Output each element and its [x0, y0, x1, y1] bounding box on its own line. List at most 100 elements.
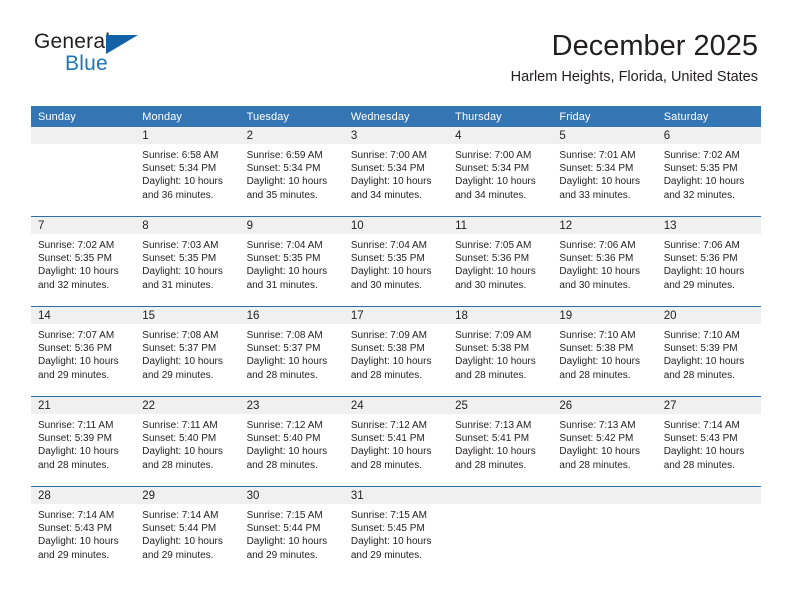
- day-number: [31, 127, 136, 144]
- daylight-text-line2: and 28 minutes.: [663, 459, 735, 471]
- calendar-day-cell[interactable]: 11 Sunrise: 7:05 AM Sunset: 5:36 PM Dayligh…: [448, 216, 553, 307]
- calendar-day-cell[interactable]: 3 Sunrise: 7:00 AM Sunset: 5:34 PM Daylight…: [343, 127, 449, 217]
- calendar-day-cell[interactable]: 27 Sunrise: 7:14 AM Sunset: 5:43 PM Dayligh…: [656, 396, 761, 487]
- daylight-text-line1: Daylight: 10 hours: [350, 266, 432, 278]
- calendar-day-cell[interactable]: 31 Sunrise: 7:15 AM Sunset: 5:45 PM Dayligh…: [343, 486, 449, 576]
- calendar-day-cell[interactable]: 7 Sunrise: 7:02 AM Sunset: 5:35 PM Daylight…: [31, 216, 136, 307]
- sunrise-text: Sunrise: 7:09 AM: [350, 330, 427, 341]
- sunset-text: Sunset: 5:40 PM: [142, 433, 217, 445]
- daylight-text-line1: Daylight: 10 hours: [455, 356, 536, 368]
- logo-text-blue: Blue: [65, 52, 108, 75]
- daylight-text-line1: Daylight: 10 hours: [350, 446, 432, 458]
- calendar-day-cell[interactable]: 25 Sunrise: 7:13 AM Sunset: 5:41 PM Dayligh…: [448, 396, 553, 487]
- daylight-text-line1: Daylight: 10 hours: [350, 536, 432, 548]
- calendar-day-cell[interactable]: 1 Sunrise: 6:58 AM Sunset: 5:34 PM Daylight…: [135, 127, 240, 217]
- sunset-text: Sunset: 5:44 PM: [142, 523, 217, 535]
- calendar-day-cell[interactable]: 10 Sunrise: 7:04 AM Sunset: 5:35 PM Dayligh…: [343, 216, 449, 307]
- day-number: 18: [448, 307, 553, 324]
- calendar-day-cell[interactable]: 5 Sunrise: 7:01 AM Sunset: 5:34 PM Daylight…: [552, 127, 657, 217]
- sunrise-text: Sunrise: 7:11 AM: [142, 420, 218, 431]
- sunrise-text: Sunrise: 7:00 AM: [455, 150, 532, 161]
- general-blue-logo[interactable]: General Blue: [34, 30, 234, 86]
- day-number: 9: [239, 217, 344, 234]
- day-cell-details: Sunrise: 7:01 AM Sunset: 5:34 PM Daylight:…: [552, 144, 656, 202]
- daylight-text-line2: and 28 minutes.: [350, 459, 423, 471]
- title-block: December 2025 Harlem Heights, Florida, U…: [511, 28, 758, 86]
- day-number: 19: [552, 307, 657, 324]
- calendar-day-cell[interactable]: 23 Sunrise: 7:12 AM Sunset: 5:40 PM Dayligh…: [239, 396, 344, 487]
- calendar-day-cell[interactable]: 24 Sunrise: 7:12 AM Sunset: 5:41 PM Dayligh…: [343, 396, 449, 487]
- day-cell-details: Sunrise: 7:12 AM Sunset: 5:41 PM Daylight:…: [344, 414, 448, 472]
- day-cell-details: Sunrise: 7:00 AM Sunset: 5:34 PM Daylight:…: [448, 144, 552, 202]
- calendar-day-cell[interactable]: 4 Sunrise: 7:00 AM Sunset: 5:34 PM Daylight…: [448, 127, 553, 217]
- daylight-text-line2: and 28 minutes.: [142, 459, 214, 471]
- calendar-page: General Blue December 2025 Harlem Height…: [0, 0, 792, 612]
- day-cell-inner: 12 Sunrise: 7:06 AM Sunset: 5:36 PM Dayligh…: [552, 217, 657, 306]
- daylight-text-line2: and 29 minutes.: [663, 279, 735, 291]
- daylight-text-line2: and 28 minutes.: [246, 459, 318, 471]
- day-number: 11: [448, 217, 553, 234]
- day-cell-inner: 7 Sunrise: 7:02 AM Sunset: 5:35 PM Daylight…: [31, 217, 136, 306]
- day-cell-inner: 3 Sunrise: 7:00 AM Sunset: 5:34 PM Daylight…: [343, 127, 449, 216]
- daylight-text-line2: and 29 minutes.: [246, 549, 318, 561]
- day-cell-inner: 20 Sunrise: 7:10 AM Sunset: 5:39 PM Dayligh…: [656, 307, 761, 396]
- daylight-text-line2: and 36 minutes.: [142, 189, 214, 201]
- day-cell-inner: [31, 127, 136, 216]
- daylight-text-line2: and 34 minutes.: [455, 189, 527, 201]
- day-number: 5: [552, 127, 657, 144]
- day-number: [448, 487, 553, 504]
- calendar-day-cell[interactable]: 14 Sunrise: 7:07 AM Sunset: 5:36 PM Dayligh…: [31, 306, 136, 397]
- calendar-day-cell[interactable]: 16 Sunrise: 7:08 AM Sunset: 5:37 PM Dayligh…: [239, 306, 344, 397]
- day-cell-inner: 26 Sunrise: 7:13 AM Sunset: 5:42 PM Dayligh…: [552, 397, 657, 486]
- calendar-day-cell[interactable]: 28 Sunrise: 7:14 AM Sunset: 5:43 PM Dayligh…: [31, 486, 136, 576]
- day-cell-details: Sunrise: 7:06 AM Sunset: 5:36 PM Daylight:…: [552, 234, 656, 292]
- weekday-header-thursday: Thursday: [448, 106, 553, 127]
- calendar-day-cell[interactable]: 13 Sunrise: 7:06 AM Sunset: 5:36 PM Dayligh…: [656, 216, 761, 307]
- sunset-text: Sunset: 5:37 PM: [142, 343, 217, 355]
- calendar-day-cell[interactable]: 17 Sunrise: 7:09 AM Sunset: 5:38 PM Dayligh…: [343, 306, 449, 397]
- day-cell-inner: 11 Sunrise: 7:05 AM Sunset: 5:36 PM Dayligh…: [448, 217, 553, 306]
- sunrise-text: Sunrise: 7:06 AM: [559, 240, 636, 251]
- sunset-text: Sunset: 5:44 PM: [246, 523, 321, 535]
- day-cell-inner: 4 Sunrise: 7:00 AM Sunset: 5:34 PM Daylight…: [448, 127, 553, 216]
- calendar-day-cell[interactable]: 22 Sunrise: 7:11 AM Sunset: 5:40 PM Dayligh…: [135, 396, 240, 487]
- sunrise-text: Sunrise: 7:12 AM: [246, 420, 323, 431]
- day-cell-details: Sunrise: 7:02 AM Sunset: 5:35 PM Daylight:…: [31, 234, 135, 292]
- calendar-day-cell[interactable]: 30 Sunrise: 7:15 AM Sunset: 5:44 PM Dayligh…: [239, 486, 344, 576]
- daylight-text-line2: and 28 minutes.: [663, 369, 735, 381]
- calendar-day-cell[interactable]: 18 Sunrise: 7:09 AM Sunset: 5:38 PM Dayligh…: [448, 306, 553, 397]
- sunrise-text: Sunrise: 7:11 AM: [38, 420, 114, 431]
- day-number: 7: [31, 217, 136, 234]
- calendar-day-cell[interactable]: 29 Sunrise: 7:14 AM Sunset: 5:44 PM Dayligh…: [135, 486, 240, 576]
- day-cell-details: Sunrise: 7:12 AM Sunset: 5:40 PM Daylight:…: [240, 414, 344, 472]
- calendar-day-cell[interactable]: 8 Sunrise: 7:03 AM Sunset: 5:35 PM Daylight…: [135, 216, 240, 307]
- calendar-day-cell[interactable]: 6 Sunrise: 7:02 AM Sunset: 5:35 PM Daylight…: [656, 127, 761, 217]
- calendar-day-cell[interactable]: 15 Sunrise: 7:08 AM Sunset: 5:37 PM Dayligh…: [135, 306, 240, 397]
- day-cell-details: Sunrise: 7:06 AM Sunset: 5:36 PM Daylight:…: [657, 234, 761, 292]
- sunset-text: Sunset: 5:35 PM: [663, 163, 738, 175]
- day-cell-details: [31, 144, 135, 149]
- calendar-day-cell[interactable]: 21 Sunrise: 7:11 AM Sunset: 5:39 PM Dayligh…: [31, 396, 136, 487]
- calendar-day-cell[interactable]: 12 Sunrise: 7:06 AM Sunset: 5:36 PM Dayligh…: [552, 216, 657, 307]
- daylight-text-line1: Daylight: 10 hours: [663, 356, 745, 368]
- day-cell-inner: 5 Sunrise: 7:01 AM Sunset: 5:34 PM Daylight…: [552, 127, 657, 216]
- calendar-day-cell[interactable]: 20 Sunrise: 7:10 AM Sunset: 5:39 PM Dayligh…: [656, 306, 761, 397]
- calendar-day-cell[interactable]: 2 Sunrise: 6:59 AM Sunset: 5:34 PM Daylight…: [239, 127, 344, 217]
- sunset-text: Sunset: 5:36 PM: [559, 253, 634, 265]
- daylight-text-line1: Daylight: 10 hours: [142, 176, 223, 188]
- weekday-header-friday: Friday: [552, 106, 657, 127]
- day-cell-inner: 22 Sunrise: 7:11 AM Sunset: 5:40 PM Dayligh…: [135, 397, 240, 486]
- day-number: 2: [239, 127, 344, 144]
- day-cell-inner: 31 Sunrise: 7:15 AM Sunset: 5:45 PM Dayligh…: [343, 487, 449, 576]
- sunset-text: Sunset: 5:35 PM: [38, 253, 112, 265]
- daylight-text-line2: and 28 minutes.: [455, 459, 527, 471]
- calendar-day-cell[interactable]: 9 Sunrise: 7:04 AM Sunset: 5:35 PM Daylight…: [239, 216, 344, 307]
- page-subtitle: Harlem Heights, Florida, United States: [510, 69, 758, 85]
- calendar-day-cell[interactable]: 26 Sunrise: 7:13 AM Sunset: 5:42 PM Dayligh…: [552, 396, 657, 487]
- day-number: [552, 487, 657, 504]
- day-cell-inner: 25 Sunrise: 7:13 AM Sunset: 5:41 PM Dayligh…: [448, 397, 553, 486]
- daylight-text-line1: Daylight: 10 hours: [246, 536, 328, 548]
- sunrise-text: Sunrise: 7:15 AM: [246, 510, 323, 521]
- sunset-text: Sunset: 5:35 PM: [142, 253, 217, 265]
- calendar-day-cell[interactable]: 19 Sunrise: 7:10 AM Sunset: 5:38 PM Dayligh…: [552, 306, 657, 397]
